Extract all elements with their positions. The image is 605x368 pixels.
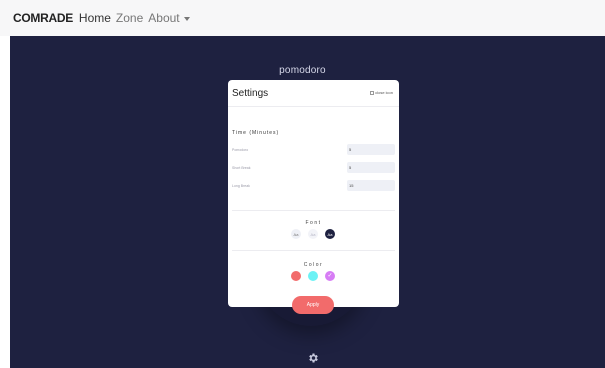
- font-section-title: Font: [305, 220, 322, 226]
- caret-down-icon: [183, 16, 190, 21]
- font-option-3[interactable]: Aa: [325, 229, 335, 239]
- color-option-red[interactable]: [291, 271, 301, 281]
- nav-link-zone[interactable]: Zone: [116, 11, 143, 25]
- broken-image-icon: [370, 90, 375, 95]
- font-option-2[interactable]: Aa: [308, 229, 318, 239]
- modal-title: Settings: [232, 88, 269, 99]
- app-title: pomodoro: [279, 65, 326, 76]
- short-break-input[interactable]: [347, 162, 395, 173]
- modal-header: Settings close icon: [228, 80, 399, 107]
- nav-link-about-label: About: [148, 11, 180, 25]
- section-divider: [232, 210, 395, 211]
- close-icon-alt-text: close icon: [375, 90, 393, 95]
- nav-dropdown-about[interactable]: About: [148, 11, 190, 25]
- color-option-cyan[interactable]: [308, 271, 318, 281]
- color-option-purple[interactable]: ✓: [325, 271, 335, 281]
- time-section-title: Time (Minutes): [232, 130, 280, 136]
- long-break-input[interactable]: [347, 180, 395, 191]
- apply-button[interactable]: Apply: [292, 296, 334, 314]
- gear-icon[interactable]: [307, 352, 319, 364]
- top-navbar: COMRADE Home Zone About: [0, 0, 605, 36]
- font-option-1[interactable]: Aa: [291, 229, 301, 239]
- section-divider: [232, 250, 395, 251]
- settings-modal: Settings close icon Time (Minutes) Pomod…: [228, 80, 399, 307]
- pomodoro-input[interactable]: [347, 144, 395, 155]
- short-break-label: Short Break: [232, 166, 251, 170]
- color-section-title: Color: [303, 262, 324, 268]
- nav-link-home[interactable]: Home: [79, 11, 111, 25]
- checkmark-icon: ✓: [327, 273, 333, 279]
- brand-logo[interactable]: COMRADE: [13, 11, 73, 25]
- close-icon[interactable]: close icon: [370, 90, 393, 95]
- pomodoro-label: Pomodoro: [232, 148, 249, 152]
- long-break-label: Long Break: [232, 184, 250, 188]
